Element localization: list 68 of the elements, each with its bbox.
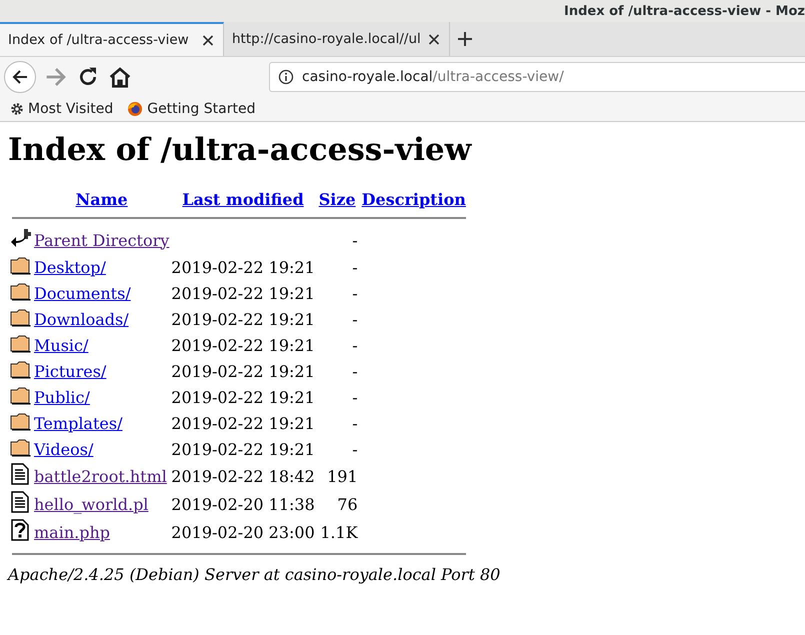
file-size: 76 [337, 494, 358, 514]
column-header-link[interactable]: Description [362, 190, 466, 209]
document-icon [10, 491, 30, 513]
file-link[interactable]: Pictures/ [34, 362, 106, 380]
column-header-link[interactable]: Last modified [182, 190, 304, 209]
close-icon[interactable] [201, 34, 215, 46]
file-link[interactable]: main.php [34, 522, 110, 542]
file-link[interactable]: battle2root.html [34, 466, 167, 486]
browser-tab[interactable]: http://casino-royale.local//ul [224, 22, 450, 56]
modified-date: 2019-02-22 19:21 [171, 336, 315, 354]
modified-date: 2019-02-22 19:21 [171, 388, 315, 406]
folder-icon [10, 281, 31, 301]
page-heading: Index of /ultra-access-view [8, 132, 473, 168]
browser-logo-icon [127, 100, 144, 116]
file-link[interactable]: Desktop/ [34, 258, 106, 276]
bookmark-item[interactable]: Getting Started [147, 100, 256, 116]
file-link[interactable]: Templates/ [34, 414, 122, 432]
server-signature: Apache/2.4.25 (Debian) Server at casino-royale.local Port 80 [8, 565, 502, 584]
folder-icon [10, 333, 31, 353]
info-icon[interactable] [278, 68, 294, 84]
folder-icon [10, 255, 31, 275]
modified-date: 2019-02-22 19:21 [171, 310, 315, 328]
file-link[interactable]: Parent Directory [34, 230, 170, 250]
file-link[interactable]: Music/ [34, 336, 88, 354]
new-tab-icon[interactable] [456, 31, 473, 47]
file-size: 1.1K [320, 522, 358, 542]
modified-date: 2019-02-22 19:21 [171, 284, 315, 302]
file-link[interactable]: Videos/ [34, 440, 94, 458]
folder-icon [10, 307, 31, 327]
file-size: - [352, 336, 358, 354]
folder-icon [10, 385, 31, 405]
back-arrow-icon[interactable] [11, 68, 29, 86]
gear-icon [10, 102, 24, 116]
column-header-link[interactable]: Size [318, 190, 356, 209]
document-icon [10, 463, 30, 485]
modified-date: 2019-02-22 18:42 [171, 466, 315, 486]
unknown-file-icon [10, 519, 30, 541]
file-size: 191 [327, 466, 358, 486]
bookmark-item[interactable]: Most Visited [28, 100, 114, 116]
back-arrow-icon [10, 227, 32, 249]
file-size: - [352, 440, 358, 458]
modified-date: 2019-02-20 11:38 [171, 494, 315, 514]
file-size: - [352, 310, 358, 328]
modified-date: 2019-02-22 19:21 [171, 440, 315, 458]
file-link[interactable]: Documents/ [34, 284, 131, 302]
close-icon[interactable] [426, 34, 441, 44]
back-button[interactable] [4, 60, 36, 92]
file-size: - [352, 258, 358, 276]
folder-icon [10, 411, 31, 431]
file-size: - [352, 284, 358, 302]
file-link[interactable]: hello_world.pl [34, 494, 148, 514]
modified-date: 2019-02-22 19:21 [171, 414, 315, 432]
folder-icon [10, 437, 31, 457]
file-link[interactable]: Downloads/ [34, 310, 129, 328]
modified-date: 2019-02-22 19:21 [171, 258, 315, 276]
modified-date: 2019-02-22 19:21 [171, 362, 315, 380]
file-link[interactable]: Public/ [34, 388, 90, 406]
file-size: - [352, 414, 358, 432]
file-size: - [352, 362, 358, 380]
modified-date: 2019-02-20 23:00 [171, 522, 315, 542]
file-size: - [352, 230, 358, 250]
window-title: Index of /ultra-access-view - Moz [564, 4, 805, 18]
address-field[interactable]: casino-royale.local/ultra-access-view/ [269, 62, 805, 92]
folder-icon [10, 359, 31, 379]
home-icon[interactable] [108, 64, 132, 88]
file-size: - [352, 388, 358, 406]
browser-tab[interactable]: Index of /ultra-access-view [0, 22, 224, 56]
column-header-link[interactable]: Name [76, 190, 128, 209]
